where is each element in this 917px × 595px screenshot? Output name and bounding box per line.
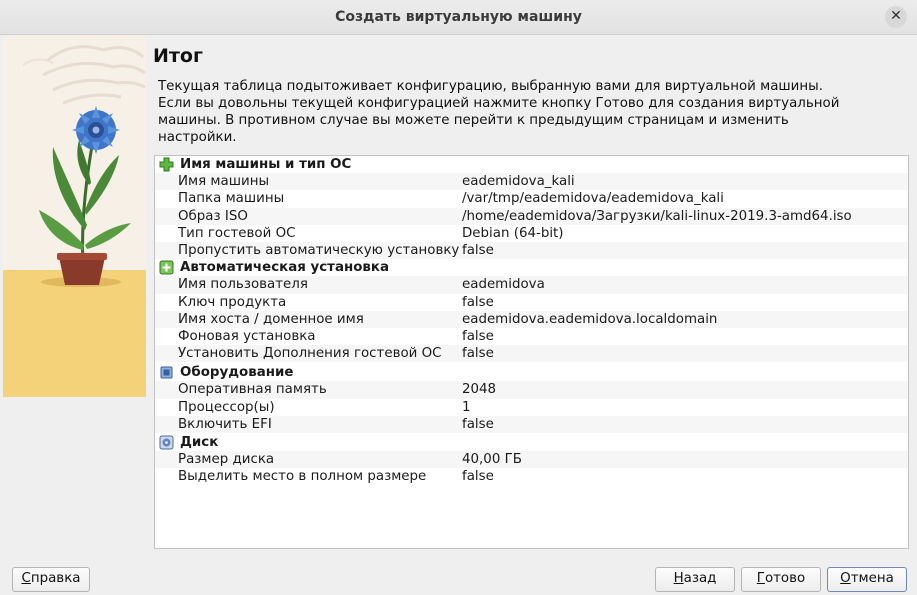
table-row: Пропустить автоматическую установку false — [155, 241, 908, 260]
cancel-button[interactable]: Отмена — [827, 567, 907, 592]
group-hardware: Оборудование — [155, 364, 908, 381]
group-name-os: Имя машины и тип ОС — [155, 156, 908, 173]
table-row: Тип гостевой ОС Debian (64-bit) — [178, 225, 564, 241]
disk-icon — [159, 435, 174, 450]
table-row: Фоновая установка false — [178, 328, 494, 344]
table-row: Включить EFI false — [155, 415, 908, 433]
green-plus-icon — [159, 260, 174, 275]
group-title: Имя машины и тип ОС — [180, 157, 352, 172]
finish-button[interactable]: Готово — [741, 567, 821, 592]
table-row: Имя машины eademidova_kali — [155, 173, 908, 191]
close-icon: ✕ — [890, 8, 902, 24]
table-row: Ключ продукта false — [178, 294, 494, 310]
help-button[interactable]: Справка — [12, 567, 90, 592]
close-button[interactable]: ✕ — [885, 6, 907, 28]
page-description: Текущая таблица подытоживает конфигураци… — [158, 79, 840, 145]
page-title: Итог — [153, 45, 203, 67]
wizard-illustration — [3, 35, 146, 397]
table-row: Выделить место в полном размере false — [178, 469, 494, 485]
group-title: Диск — [180, 435, 219, 450]
table-row: Установить Дополнения гостевой ОС false — [155, 345, 908, 363]
table-row: Образ ISO/home/eademidova/Загрузки/kali-… — [155, 207, 908, 225]
table-row: Папка машины/var/tmp/eademidova/eademido… — [178, 191, 724, 207]
chip-icon — [160, 366, 173, 379]
table-row: Имя пользователя eademidova — [155, 276, 908, 294]
window-title: Создать виртуальную машину — [335, 9, 582, 25]
table-row: Размер диска 40,00 ГБ — [155, 451, 908, 469]
green-cross-icon — [159, 157, 174, 172]
table-row: Оперативная память 2048 — [155, 381, 908, 399]
group-unattended: Автоматическая установка — [155, 259, 908, 276]
summary-table[interactable]: Имя машины и тип ОС Имя машины eademidova… — [154, 155, 909, 549]
back-button[interactable]: Назад — [655, 567, 735, 592]
titlebar: Создать виртуальную машину ✕ — [0, 0, 917, 35]
group-title: Оборудование — [180, 365, 294, 381]
table-row: Процессор(ы) 1 — [178, 399, 471, 415]
table-row: Имя хоста / доменное имя eademidova.eadem… — [155, 310, 908, 328]
group-disk: Диск — [155, 434, 908, 451]
group-title: Автоматическая установка — [180, 260, 390, 276]
